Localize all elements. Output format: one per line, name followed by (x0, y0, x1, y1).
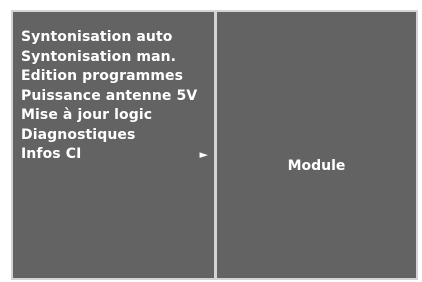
submenu-panel: Module (217, 12, 416, 278)
menu-item-label: Mise à jour logic (21, 107, 153, 123)
menu-item-infos-ci[interactable]: Infos CI ► (21, 145, 211, 165)
menu-item-label: Edition programmes (21, 68, 184, 84)
menu-item-diagnostiques[interactable]: Diagnostiques (21, 126, 211, 146)
main-menu-list: Syntonisation auto Syntonisation man. Ed… (21, 28, 211, 165)
menu-item-label: Syntonisation auto (21, 29, 173, 45)
menu-item-label: Syntonisation man. (21, 48, 177, 65)
menu-item-label: Puissance antenne 5V (21, 87, 198, 104)
menu-item-label: Infos CI (21, 146, 82, 162)
menu-item-label: Diagnostiques (21, 126, 136, 143)
main-menu-panel: Syntonisation auto Syntonisation man. Ed… (13, 12, 214, 278)
menu-item-puissance-antenne[interactable]: Puissance antenne 5V (21, 87, 211, 107)
menu-item-edition-programmes[interactable]: Edition programmes (21, 67, 211, 87)
menu-item-syntonisation-auto[interactable]: Syntonisation auto (21, 28, 211, 48)
submenu-item-module[interactable]: Module (217, 156, 416, 176)
menu-item-mise-a-jour-logic[interactable]: Mise à jour logic (21, 106, 211, 126)
play-right-icon: ► (199, 148, 208, 161)
menu-item-syntonisation-man[interactable]: Syntonisation man. (21, 48, 211, 68)
menu-window: Syntonisation auto Syntonisation man. Ed… (11, 10, 418, 280)
submenu-item-label: Module (287, 158, 346, 174)
